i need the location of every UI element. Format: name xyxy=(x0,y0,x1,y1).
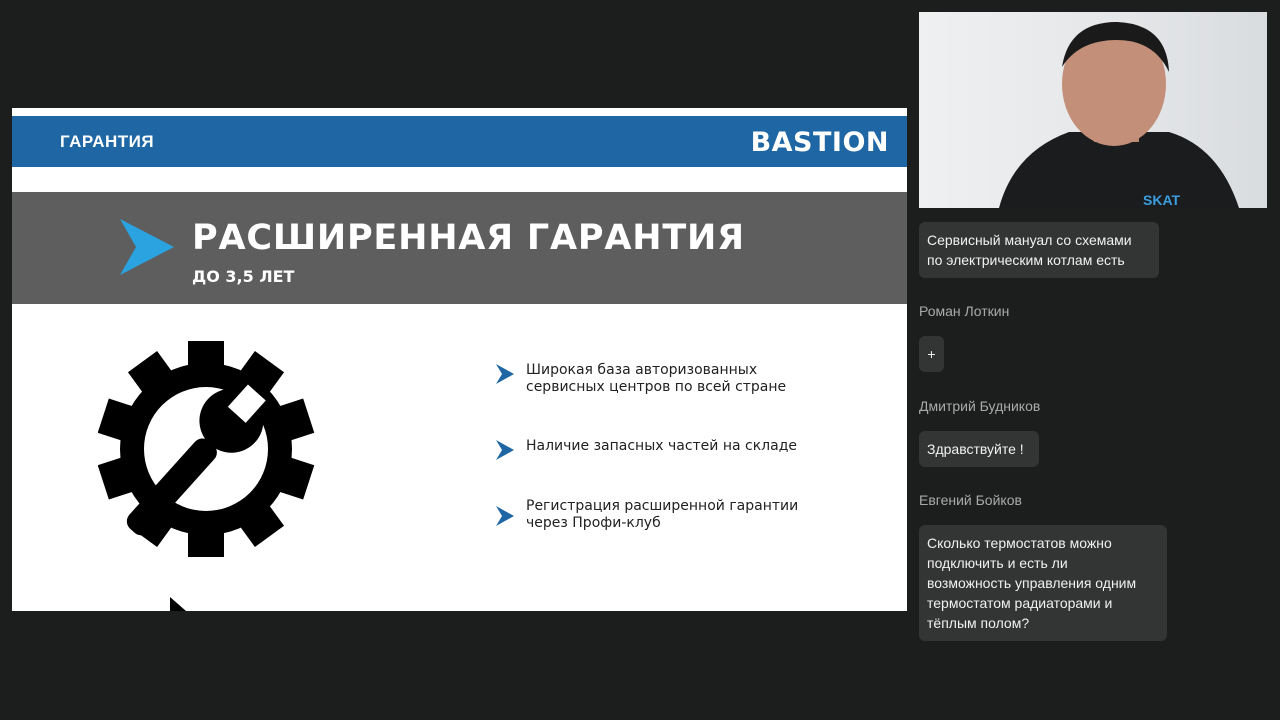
bullet-text-line: Широкая база авторизованных xyxy=(526,362,758,378)
slide-section-title: ГАРАНТИЯ xyxy=(60,132,155,151)
shirt-logo: SKAT xyxy=(1143,192,1181,208)
slide-title-band: РАСШИРЕННАЯ ГАРАНТИЯ ДО 3,5 ЛЕТ xyxy=(12,192,907,304)
chat-message: Сколько термостатов можно подключить и е… xyxy=(919,525,1167,641)
chat-message-line: + xyxy=(927,346,936,362)
bullet-text-line: через Профи-клуб xyxy=(526,515,661,531)
chat-message-line: подключить и есть ли xyxy=(927,555,1068,571)
slide-heading: РАСШИРЕННАЯ ГАРАНТИЯ xyxy=(192,218,745,258)
bullet-text-line: сервисных центров по всей стране xyxy=(526,379,787,395)
chevron-right-icon xyxy=(120,219,174,275)
bullet-text-line: Наличие запасных частей на складе xyxy=(526,438,798,454)
webcam-video: SKAT xyxy=(919,12,1267,208)
chat-message: + xyxy=(919,336,944,372)
chat-message-line: возможность управления одним xyxy=(927,575,1137,591)
chevron-right-icon xyxy=(496,364,514,384)
chat-message-line: Сколько термостатов можно xyxy=(927,535,1112,551)
presentation-slide: ГАРАНТИЯ BASTION РАСШИРЕННАЯ ГАРАНТИЯ ДО… xyxy=(12,108,907,611)
chat-message-line: Сервисный мануал со схемами xyxy=(927,232,1132,248)
chat-message-line: тёплым полом? xyxy=(927,615,1030,631)
chat-author: Роман Лоткин xyxy=(919,303,1010,319)
chat-message: Сервисный мануал со схемами по электриче… xyxy=(919,222,1159,278)
presenter-silhouette xyxy=(999,22,1239,208)
cursor-icon xyxy=(170,597,186,611)
slide-subheading: ДО 3,5 ЛЕТ xyxy=(192,267,295,286)
chat-message-line: термостатом радиаторами и xyxy=(927,595,1113,611)
bastion-logo: BASTION xyxy=(750,127,889,158)
gear-wrench-icon xyxy=(98,341,315,557)
chevron-right-icon xyxy=(496,440,514,460)
chat-author: Евгений Бойков xyxy=(919,492,1022,508)
chat-author: Дмитрий Будников xyxy=(919,398,1041,414)
slide-header-bar: ГАРАНТИЯ BASTION xyxy=(12,116,907,167)
chevron-right-icon xyxy=(496,506,514,526)
bullet-text-line: Регистрация расширенной гарантии xyxy=(526,498,799,514)
chat-message: Здравствуйте ! xyxy=(919,431,1039,467)
chat-message-line: по электрическим котлам есть xyxy=(927,252,1125,268)
chat-message-line: Здравствуйте ! xyxy=(927,441,1024,457)
